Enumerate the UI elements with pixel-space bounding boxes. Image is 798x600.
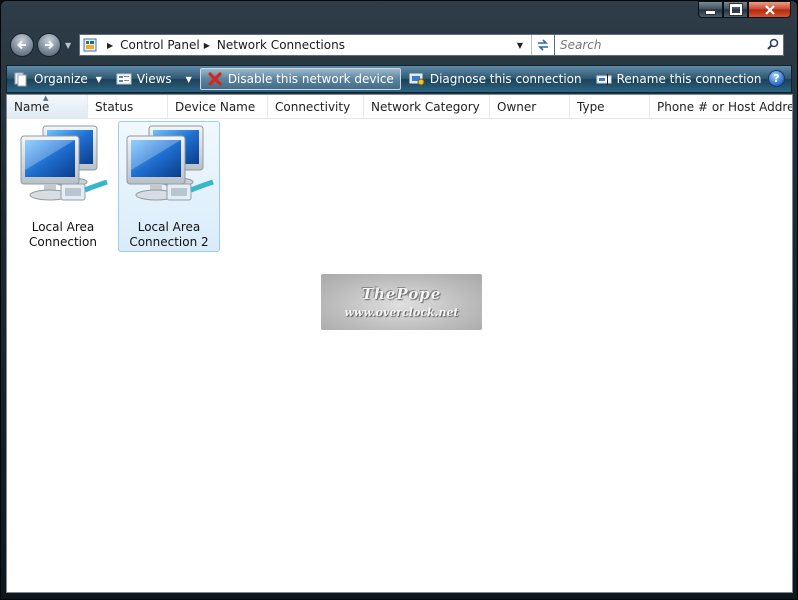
disable-network-device-button[interactable]: Disable this network device [199,68,401,90]
rename-icon [596,71,612,87]
sort-ascending-icon: ▲ [43,95,49,102]
diagnose-label: Diagnose this connection [429,72,582,86]
diagnose-connection-button[interactable]: Diagnose this connection [403,68,588,90]
column-label: Network Category [371,99,480,114]
navigation-bar: ▼ ▶ Control Panel ▶ Network Connections … [10,32,791,60]
close-icon [764,4,775,15]
address-dropdown-icon[interactable]: ▼ [512,35,528,55]
back-button[interactable] [10,33,34,57]
window-controls [698,1,791,18]
search-input[interactable] [554,34,784,56]
connection-name: Local Area Connection [13,220,113,250]
forward-arrow-icon [45,40,54,50]
maximize-button[interactable] [723,1,748,18]
diagnose-icon [409,71,425,87]
column-label: Type [577,99,605,114]
maximize-icon [728,3,743,16]
connection-tile[interactable]: Local Area Connection [12,121,114,252]
views-label: Views [136,72,172,86]
search-icon[interactable] [767,38,779,50]
views-icon [116,71,132,87]
minimize-button[interactable] [698,1,723,18]
connection-name: Local Area Connection 2 [119,220,219,250]
column-header-connectivity[interactable]: Connectivity [268,95,364,118]
column-header-phone-host[interactable]: Phone # or Host Addre... [650,95,792,118]
forward-button[interactable] [37,33,61,57]
column-label: Owner [497,99,537,114]
column-header-device-name[interactable]: Device Name [168,95,268,118]
column-header-status[interactable]: Status [88,95,168,118]
watermark-logo: ThePope www.overclock.net [321,274,482,330]
close-button[interactable] [748,1,791,18]
recent-pages-dropdown[interactable]: ▼ [65,41,73,50]
breadcrumb-network-connections[interactable]: Network Connections [217,38,345,52]
control-panel-icon [83,37,99,53]
organize-icon [13,71,29,87]
column-label: Connectivity [275,99,351,114]
connection-name-line2: Connection [29,235,97,249]
breadcrumb-separator-icon: ▶ [203,40,210,50]
refresh-button[interactable] [531,35,554,55]
chevron-down-icon: ▼ [185,74,192,84]
breadcrumb-control-panel[interactable]: Control Panel [120,38,200,52]
disable-label: Disable this network device [227,72,394,86]
breadcrumb-separator-icon: ▶ [107,40,114,50]
watermark-url: www.overclock.net [344,306,459,319]
minimize-icon [705,10,716,15]
watermark-title: ThePope [361,285,442,303]
network-connection-icon [20,125,108,201]
organize-button[interactable]: Organize ▼ [7,68,108,90]
column-headers: ▲ Name Status Device Name Connectivity N… [7,95,792,119]
organize-label: Organize [34,72,88,86]
back-arrow-icon [17,40,26,50]
column-header-owner[interactable]: Owner [490,95,570,118]
search-box [554,34,784,56]
rename-label: Rename this connection [616,72,762,86]
views-button[interactable]: Views ▼ [110,68,198,90]
disable-x-icon [207,71,223,87]
refresh-icon [538,39,548,51]
column-label: Phone # or Host Addre... [657,99,792,114]
connections-view: Local Area Connection Local Area Connect… [7,119,792,592]
chevron-down-icon: ▼ [95,74,102,84]
help-button[interactable]: ? [768,70,785,87]
column-header-type[interactable]: Type [570,95,650,118]
address-bar[interactable]: ▶ Control Panel ▶ Network Connections ▼ [79,34,555,56]
file-list-pane: ▲ Name Status Device Name Connectivity N… [6,94,793,593]
column-label: Device Name [175,99,256,114]
explorer-window: ▼ ▶ Control Panel ▶ Network Connections … [0,0,798,600]
column-header-name[interactable]: ▲ Name [7,95,88,118]
connection-name-line2: Connection 2 [129,235,209,249]
connection-name-line1: Local Area [137,220,201,234]
rename-connection-button[interactable]: Rename this connection [590,68,768,90]
connection-name-line1: Local Area [31,220,95,234]
network-connection-icon [126,125,214,201]
help-icon: ? [773,72,780,85]
column-label: Status [95,99,134,114]
connection-tile-selected[interactable]: Local Area Connection 2 [118,121,220,252]
column-header-network-category[interactable]: Network Category [364,95,490,118]
command-bar: Organize ▼ Views ▼ Disable this network … [6,65,792,93]
